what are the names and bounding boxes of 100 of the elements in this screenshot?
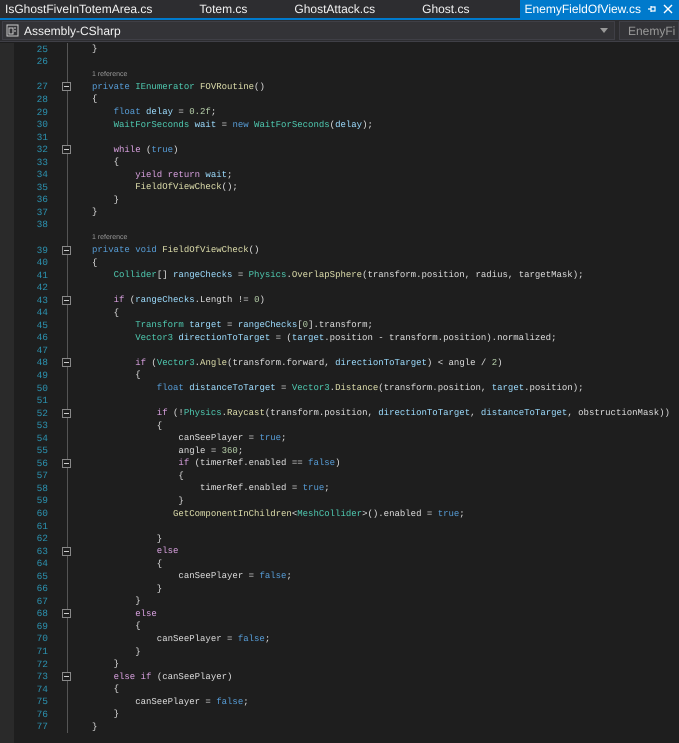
code-line: float distanceToTarget = Vector3.Distance(transform.position, target.position); xyxy=(156,382,584,394)
line-number: 77 xyxy=(36,721,48,732)
code-line: GetComponentInChildren<MeshCollider>().enabled = true; xyxy=(172,508,465,520)
code-line: yield return wait; xyxy=(134,168,232,181)
fold-toggle[interactable] xyxy=(62,296,71,305)
editor-tab[interactable]: GhostAttack.cs xyxy=(289,0,398,18)
editor-tab[interactable]: IsGhostFiveInTotemArea.cs xyxy=(0,0,174,18)
line-number: 29 xyxy=(36,106,48,118)
code-line: while (true) xyxy=(112,144,178,156)
class-dropdown[interactable]: EnemyFi xyxy=(619,21,679,40)
caret-icon xyxy=(600,28,608,33)
code-line: private IEnumerator FOVRoutine() xyxy=(92,80,265,93)
line-number: 65 xyxy=(36,570,48,582)
code-line: canSeePlayer = false; xyxy=(134,696,249,708)
line-number: 54 xyxy=(36,432,48,444)
fold-toggle[interactable] xyxy=(62,458,71,468)
line-number: 34 xyxy=(36,169,48,180)
fold-toggle[interactable] xyxy=(62,145,71,154)
line-number: 44 xyxy=(36,307,48,318)
line-number: 46 xyxy=(36,332,48,344)
line-number: 76 xyxy=(36,708,48,720)
line-number: 49 xyxy=(36,370,48,381)
project-icon xyxy=(6,24,19,37)
line-number: 27 xyxy=(36,81,48,92)
line-number: 42 xyxy=(36,282,48,294)
code-line: { xyxy=(112,306,120,319)
line-number: 67 xyxy=(36,596,48,607)
editor-tab[interactable]: Totem.cs xyxy=(194,0,270,18)
code-line: else if (canSeePlayer) xyxy=(112,670,232,683)
code-line: } xyxy=(156,532,162,545)
code-line: } xyxy=(92,43,98,56)
fold-toggle[interactable] xyxy=(62,546,71,556)
line-number: 62 xyxy=(36,533,48,544)
line-number: 57 xyxy=(36,470,48,482)
code-line: if (timerRef.enabled == false) xyxy=(177,457,340,470)
code-line: } xyxy=(156,582,162,595)
code-line: if (!Physics.Raycast(transform.position, directionToTarget, distanceToTarget, obstructionMask)) xyxy=(156,407,670,420)
code-line: { xyxy=(156,420,162,432)
fold-toggle[interactable] xyxy=(62,358,71,368)
code-line: else xyxy=(156,545,178,558)
fold-toggle[interactable] xyxy=(62,82,71,92)
code-line: { xyxy=(92,256,98,269)
editor-tab[interactable]: Ghost.cs xyxy=(417,0,492,18)
close-icon[interactable] xyxy=(663,4,673,14)
pin-icon[interactable] xyxy=(647,4,657,14)
line-number: 53 xyxy=(36,420,48,432)
line-number: 41 xyxy=(36,270,48,281)
line-number: 28 xyxy=(36,94,48,105)
line-number: 33 xyxy=(36,156,48,168)
line-number: 68 xyxy=(36,608,48,620)
fold-toggle[interactable] xyxy=(62,408,71,418)
line-number: 40 xyxy=(36,257,48,268)
line-number: 51 xyxy=(36,395,48,406)
code-line: { xyxy=(92,93,98,106)
line-number: 52 xyxy=(36,408,48,419)
code-line: private void FieldOfViewCheck() xyxy=(92,244,260,256)
code-line: Collider[] rangeChecks = Physics.OverlapSphere(transform.position, radius, targetMask); xyxy=(112,269,584,282)
line-number: 66 xyxy=(36,583,48,594)
fold-toggle[interactable] xyxy=(62,246,71,255)
code-line: { xyxy=(112,683,120,696)
code-line: { xyxy=(156,558,162,570)
code-line: Transform target = rangeChecks[0].transform; xyxy=(134,319,373,332)
code-line: if (Vector3.Angle(transform.forward, directionToTarget) < angle / 2) xyxy=(134,356,503,369)
line-number: 73 xyxy=(36,671,48,682)
editor-tab[interactable]: EnemyFieldOfView.cs xyxy=(520,0,679,18)
code-line: } xyxy=(92,206,98,218)
line-number: 30 xyxy=(36,119,48,130)
code-line: canSeePlayer = false; xyxy=(177,570,292,582)
line-number: 48 xyxy=(36,357,48,368)
line-number: 43 xyxy=(36,294,48,306)
line-number: 26 xyxy=(36,56,48,68)
code-line: float delay = 0.2f; xyxy=(112,106,216,118)
code-line: } xyxy=(92,720,98,733)
code-line: { xyxy=(112,156,120,168)
line-number: 37 xyxy=(36,206,48,218)
code-line: } xyxy=(134,595,141,608)
code-line: timerRef.enabled = true; xyxy=(199,482,330,494)
line-number: 58 xyxy=(36,482,48,494)
fold-toggle[interactable] xyxy=(62,672,71,682)
code-line: else xyxy=(134,608,157,620)
code-line: } xyxy=(112,658,120,670)
code-line: { xyxy=(134,620,141,632)
line-number: 47 xyxy=(36,344,48,356)
line-number: 74 xyxy=(36,684,48,695)
line-number: 69 xyxy=(36,620,48,632)
line-number: 72 xyxy=(36,658,48,670)
code-line: } xyxy=(177,494,184,507)
line-number: 64 xyxy=(36,558,48,570)
project-dropdown[interactable]: Assembly-CSharp xyxy=(2,21,615,40)
line-number: 56 xyxy=(36,458,48,469)
code-line: WaitForSeconds wait = new WaitForSeconds(delay); xyxy=(112,118,373,131)
fold-toggle[interactable] xyxy=(62,609,71,618)
line-number: 61 xyxy=(36,520,48,532)
line-number: 55 xyxy=(36,445,48,456)
line-number: 38 xyxy=(36,219,48,230)
line-number: 50 xyxy=(36,382,48,394)
line-number: 32 xyxy=(36,144,48,156)
code-line: { xyxy=(134,369,141,382)
line-number: 75 xyxy=(36,696,48,708)
line-number: 36 xyxy=(36,194,48,206)
